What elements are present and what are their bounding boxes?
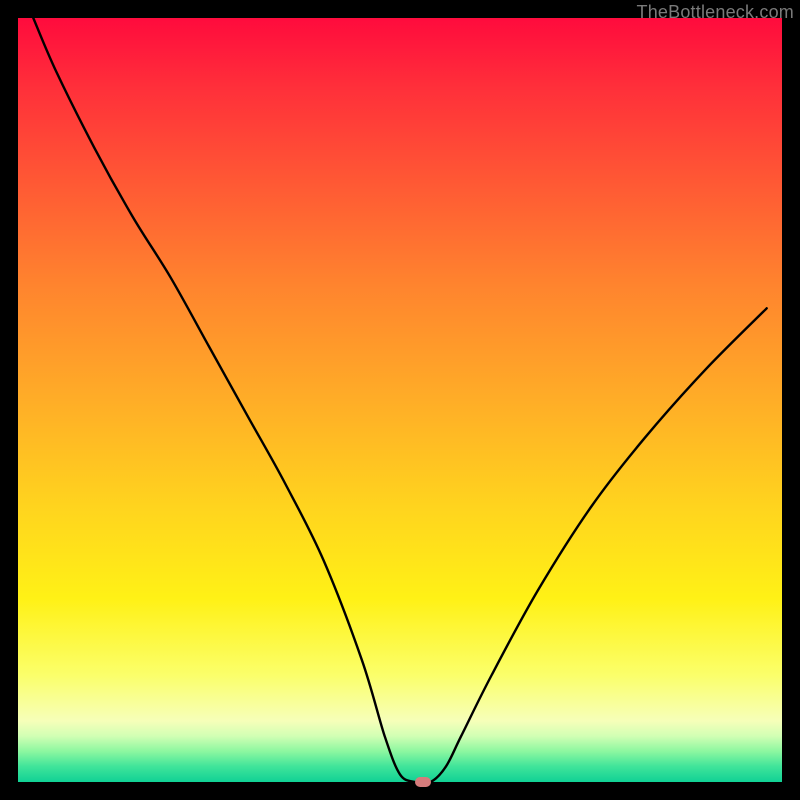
bottleneck-curve [18, 18, 782, 782]
chart-frame: TheBottleneck.com [0, 0, 800, 800]
curve-path [33, 18, 766, 782]
plot-area [18, 18, 782, 782]
minimum-marker [415, 777, 431, 787]
